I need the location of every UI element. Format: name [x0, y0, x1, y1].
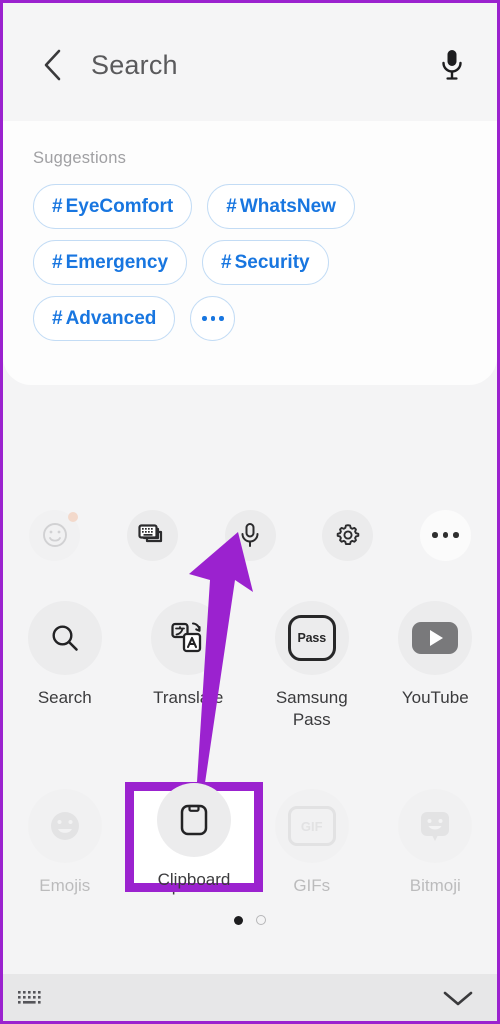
app-icon-circle: [398, 601, 473, 675]
app-item-gifs[interactable]: GIF GIFs: [250, 781, 374, 897]
app-item-youtube[interactable]: YouTube: [374, 593, 498, 709]
suggestion-pill-list: # EyeComfort # WhatsNew # Emergency # Se…: [33, 184, 473, 341]
emoji-icon: [42, 523, 67, 547]
gear-icon: [336, 524, 360, 546]
toolbar-more-button[interactable]: [420, 509, 471, 561]
app-label: Samsung Pass: [275, 688, 348, 730]
dot-icon: [210, 316, 216, 321]
suggestion-row: # EyeComfort # WhatsNew: [33, 184, 473, 229]
app-icon-circle: [27, 789, 102, 863]
dot-icon: [432, 532, 438, 538]
page-dot-inactive[interactable]: [256, 915, 266, 925]
suggestion-pill-label: EyeComfort: [65, 195, 174, 217]
bottom-bar: [3, 974, 497, 1021]
app-item-translate[interactable]: Translate: [127, 593, 251, 709]
page-title: Search: [91, 49, 178, 80]
suggestions-label: Suggestions: [33, 149, 127, 167]
toolbar-settings-button[interactable]: [322, 509, 374, 561]
samsung-pass-icon: Pass: [287, 615, 336, 661]
dot-icon: [442, 532, 449, 538]
app-item-bitmoji[interactable]: Bitmoji: [374, 781, 498, 897]
hash-icon: #: [52, 195, 63, 217]
suggestion-row: # Advanced: [33, 296, 473, 341]
app-label: Translate: [153, 688, 224, 707]
suggestion-pill-emergency[interactable]: # Emergency: [33, 240, 188, 285]
suggestions-card: Suggestions # EyeComfort # WhatsNew # Em…: [3, 121, 497, 385]
app-label: GIFs: [293, 876, 331, 895]
app-label: Bitmoji: [409, 876, 461, 895]
microphone-icon: [241, 523, 259, 547]
hash-icon: #: [52, 307, 63, 329]
toolbar-keyboard-layouts-button[interactable]: [126, 509, 178, 561]
app-icon-circle: GIF: [274, 789, 349, 863]
hash-icon: #: [52, 251, 63, 273]
suggestion-pill-label: WhatsNew: [239, 195, 336, 217]
app-label: Emojis: [39, 876, 91, 895]
dot-icon: [219, 316, 224, 321]
app-label: Search: [37, 688, 92, 707]
app-grid: Search Translate Pass Samsung Pass YouTu…: [3, 593, 497, 969]
app-icon-circle: [398, 789, 473, 863]
suggestion-pill-label: Security: [234, 251, 310, 273]
app-item-emojis[interactable]: Emojis: [3, 781, 127, 897]
app-icon-circle: [151, 601, 226, 675]
app-icon-circle: [27, 601, 102, 675]
toolbar-emoji-button[interactable]: [29, 509, 80, 561]
translate-icon: [171, 622, 202, 653]
suggestion-pill-label: Emergency: [65, 251, 169, 273]
back-button[interactable]: [33, 45, 73, 85]
play-triangle-icon: [430, 630, 444, 646]
voice-search-button[interactable]: [431, 44, 473, 86]
microphone-icon: [442, 50, 462, 80]
suggestion-pill-security[interactable]: # Security: [202, 240, 329, 285]
hash-icon: #: [221, 251, 232, 273]
suggestion-row: # Emergency # Security: [33, 240, 473, 285]
page-indicator: [3, 915, 497, 925]
toolbar-voice-button[interactable]: [224, 509, 276, 561]
app-header: Search: [3, 3, 497, 121]
annotation-highlight-box: [125, 782, 263, 892]
suggestion-pill-eyecomfort[interactable]: # EyeComfort: [33, 184, 193, 229]
youtube-icon: [412, 622, 459, 654]
suggestion-pill-whatsnew[interactable]: # WhatsNew: [207, 184, 355, 229]
bitmoji-icon: [421, 812, 450, 841]
page-dot-active[interactable]: [234, 915, 243, 925]
app-label: YouTube: [401, 688, 469, 707]
suggestion-pill-advanced[interactable]: # Advanced: [33, 296, 176, 341]
app-icon-circle: Pass: [274, 601, 349, 675]
app-grid-row: Search Translate Pass Samsung Pass YouTu…: [3, 593, 497, 781]
dot-icon: [202, 316, 207, 321]
notification-badge: [68, 511, 78, 522]
more-suggestions-button[interactable]: [190, 296, 236, 341]
hash-icon: #: [226, 195, 237, 217]
keyboard-icon[interactable]: [17, 989, 47, 1007]
app-item-search[interactable]: Search: [3, 593, 127, 709]
app-item-samsung-pass[interactable]: Pass Samsung Pass: [250, 593, 374, 732]
phone-screen: Search Suggestions # EyeComfort # WhatsN…: [0, 0, 500, 1024]
suggestion-pill-label: Advanced: [65, 307, 157, 329]
chevron-left-icon: [44, 49, 61, 81]
dot-icon: [453, 532, 459, 538]
emojis-icon: [50, 812, 79, 840]
gif-icon: GIF: [287, 806, 336, 846]
keyboard-toolbar: [3, 503, 497, 567]
keyboard-layouts-icon: [138, 524, 163, 543]
chevron-down-icon[interactable]: [441, 987, 475, 1009]
search-icon: [52, 625, 78, 651]
